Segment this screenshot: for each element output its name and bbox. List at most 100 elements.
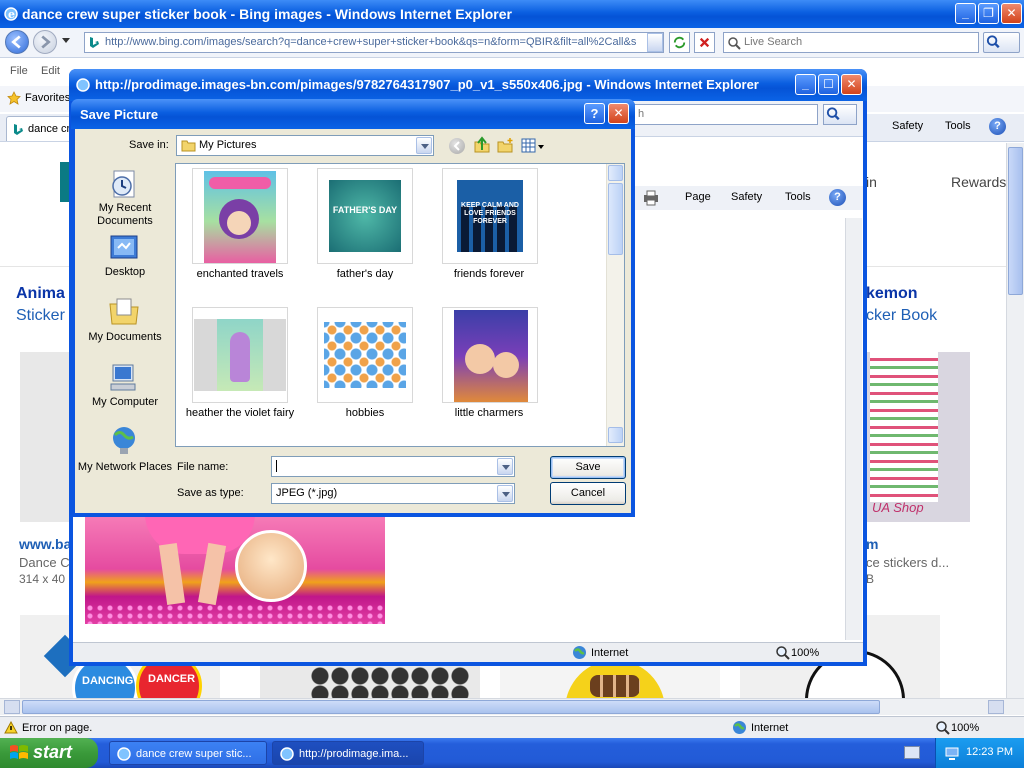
right-result-link[interactable]: m [866,536,878,552]
search-go-button[interactable] [983,32,1020,53]
file-list-scrollbar[interactable] [606,164,624,446]
warning-icon[interactable] [4,721,18,734]
favorites-label[interactable]: Favorites [25,92,70,104]
maximize-button[interactable]: ❐ [978,3,999,24]
right-result-subtitle[interactable]: cker Book [866,307,937,325]
file-thumb-fathers-day[interactable]: FATHER'S DAY [317,168,413,264]
main-horizontal-scrollbar[interactable] [0,698,1024,715]
file-list-scroll-thumb[interactable] [608,183,623,255]
views-menu-button[interactable] [520,137,546,155]
clock[interactable]: 12:23 PM [966,746,1013,758]
right-result-title[interactable]: kemon [866,285,918,303]
status-error-text[interactable]: Error on page. [22,722,92,734]
back-button[interactable] [5,30,29,54]
history-dropdown-arrow-icon[interactable] [62,38,70,43]
file-label[interactable]: hobbies [300,407,430,419]
file-list-scroll-down[interactable] [608,427,623,443]
network-tray-icon[interactable] [944,745,960,761]
live-search-input[interactable]: Live Search [723,32,979,53]
dialog-help-button[interactable]: ? [584,103,605,124]
popup-command-tools[interactable]: Tools [785,191,811,203]
save-dialog-titlebar[interactable]: Save Picture ? ✕ [71,99,635,129]
refresh-button[interactable] [669,32,690,53]
save-as-type-dropdown[interactable]: JPEG (*.jpg) [271,483,515,504]
place-my-network-places[interactable]: My Network Places [77,461,173,474]
popup-command-page[interactable]: Page [685,191,711,203]
file-label[interactable]: little charmers [424,407,554,419]
new-folder-icon[interactable] [497,137,515,154]
file-list-scroll-up[interactable] [608,165,623,181]
keyboard-tray-icon[interactable] [904,746,920,759]
taskbar-item-bing-window[interactable]: dance crew super stic... [109,741,267,765]
file-thumb-enchanted-travels[interactable] [192,168,288,264]
system-tray: 12:23 PM [935,738,1024,768]
file-label[interactable]: father's day [300,268,430,280]
menu-file[interactable]: File [10,65,28,77]
signin-text[interactable]: in [866,174,877,190]
main-hscroll-thumb[interactable] [22,700,880,714]
command-tools[interactable]: Tools [945,120,971,132]
popup-status-zoom[interactable]: 100% [791,647,819,659]
minimize-button[interactable]: _ [955,3,976,24]
popup-vertical-scrollbar[interactable] [845,218,862,640]
popup-command-safety[interactable]: Safety [731,191,762,203]
left-result-title[interactable]: Anima [16,285,65,303]
place-my-recent-documents[interactable]: My Recent Documents [77,202,173,228]
file-name-input[interactable] [271,456,515,477]
command-safety[interactable]: Safety [892,120,923,132]
popup-close-button[interactable]: ✕ [841,74,862,95]
right-result-image[interactable]: UA Shop [866,352,970,522]
left-result-image[interactable] [20,352,70,522]
main-vscroll-thumb[interactable] [1008,147,1023,295]
stop-button[interactable] [694,32,715,53]
status-zoom[interactable]: 100% [951,722,979,734]
taskbar-item-popup-window[interactable]: http://prodimage.ima... [272,741,424,765]
popup-maximize-button[interactable]: ☐ [818,74,839,95]
back-nav-icon[interactable] [449,138,465,154]
menu-edit[interactable]: Edit [41,65,60,77]
printer-icon[interactable] [642,190,660,206]
popup-search-go-button[interactable] [823,104,857,125]
my-documents-icon[interactable] [108,296,140,328]
close-button[interactable]: ✕ [1001,3,1022,24]
help-icon[interactable]: ? [989,118,1006,135]
forward-button[interactable] [33,30,57,54]
file-thumb-little-charmers[interactable] [442,307,538,403]
rewards-link[interactable]: Rewards [951,174,1006,190]
my-computer-icon[interactable] [108,362,140,394]
network-places-icon[interactable] [108,424,140,458]
desktop-icon[interactable] [108,232,140,264]
popup-search-input[interactable]: h [633,104,818,125]
popup-window-titlebar[interactable]: http://prodimage.images-bn.com/pimages/9… [69,69,867,101]
file-name-dropdown-arrow[interactable] [497,458,513,475]
up-one-level-icon[interactable] [473,136,491,154]
place-desktop[interactable]: Desktop [77,266,173,279]
dialog-close-button[interactable]: ✕ [608,103,629,124]
popup-minimize-button[interactable]: _ [795,74,816,95]
hscroll-left-button[interactable] [4,700,20,714]
place-my-documents[interactable]: My Documents [77,331,173,344]
recent-documents-icon[interactable] [108,168,140,200]
file-thumb-hobbies[interactable] [317,307,413,403]
file-thumb-friends-forever[interactable]: KEEP CALM AND LOVE FRIENDS FOREVER [442,168,538,264]
left-result-subtitle[interactable]: Sticker [16,307,65,325]
file-label[interactable]: heather the violet fairy [175,407,305,419]
address-dropdown-button[interactable] [647,33,663,52]
address-bar[interactable]: http://www.bing.com/images/search?q=danc… [84,32,664,53]
cancel-button[interactable]: Cancel [550,482,626,505]
save-button[interactable]: Save [550,456,626,479]
left-result-link[interactable]: www.ba [19,536,71,552]
popup-help-icon[interactable]: ? [829,189,846,206]
save-in-dropdown-arrow[interactable] [416,137,432,154]
file-label[interactable]: friends forever [424,268,554,280]
save-in-dropdown[interactable]: My Pictures [176,135,434,156]
main-vertical-scrollbar[interactable] [1006,143,1024,698]
start-button[interactable]: start [0,738,98,768]
save-as-type-dropdown-arrow[interactable] [497,485,513,502]
file-thumb-heather-the-violet-fairy[interactable] [192,307,288,403]
main-window-titlebar[interactable]: e dance crew super sticker book - Bing i… [0,0,1024,28]
place-my-computer[interactable]: My Computer [77,396,173,409]
tab-bing-images[interactable]: dance cr [6,116,71,141]
hscroll-right-button[interactable] [988,700,1004,714]
file-label[interactable]: enchanted travels [175,268,305,280]
